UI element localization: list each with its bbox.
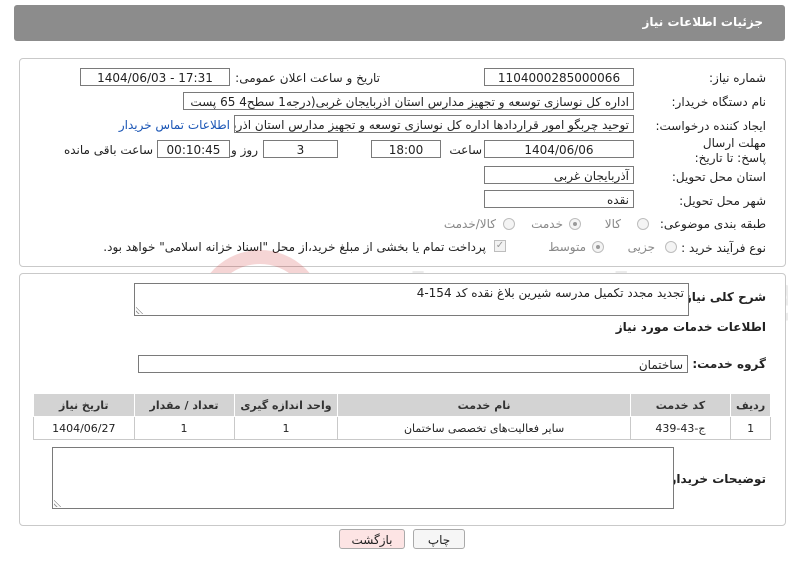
buyer-notes-label: توضیحات خریدار: bbox=[664, 472, 766, 486]
col-unit: واحد اندازه گیری bbox=[233, 393, 339, 417]
need-number-label: شماره نیاز: bbox=[709, 71, 766, 85]
col-service-name: نام خدمت bbox=[337, 393, 631, 417]
cell-service-code: ج-43-439 bbox=[629, 416, 732, 440]
province-label: استان محل تحویل: bbox=[671, 170, 766, 184]
category-option-service: خدمت bbox=[531, 217, 563, 231]
treasury-payment-note: پرداخت تمام یا بخشی از مبلغ خرید،از محل … bbox=[103, 240, 486, 254]
details-panel bbox=[19, 58, 786, 267]
buyer-org-field: اداره کل نوسازی توسعه و تجهیز مدارس استا… bbox=[183, 92, 634, 110]
col-row-index: ردیف bbox=[730, 393, 771, 417]
service-group-field: ساختمان bbox=[138, 355, 688, 373]
deadline-date-field: 1404/06/06 bbox=[484, 140, 634, 158]
services-table-header: تاریخ نیاز تعداد / مقدار واحد اندازه گیر… bbox=[33, 393, 771, 417]
deadline-label: مهلت ارسال پاسخ: تا تاریخ: bbox=[694, 136, 766, 165]
deadline-time-field: 18:00 bbox=[371, 140, 441, 158]
buyer-notes-resize-handle[interactable] bbox=[54, 499, 62, 507]
summary-resize-handle[interactable] bbox=[136, 306, 144, 314]
category-option-goods-service: کالا/خدمت bbox=[443, 217, 496, 231]
cell-need-date: 1404/06/27 bbox=[33, 416, 135, 440]
services-section-title: اطلاعات خدمات مورد نیاز bbox=[615, 320, 766, 334]
announce-datetime-label: تاریخ و ساعت اعلان عمومی: bbox=[235, 71, 380, 85]
category-radio-service[interactable] bbox=[569, 218, 581, 230]
buyer-org-label: نام دستگاه خریدار: bbox=[671, 95, 767, 109]
treasury-payment-checkbox[interactable]: ✓ bbox=[494, 240, 506, 252]
province-field: آذربایجان غربی bbox=[484, 166, 634, 184]
remaining-time-field: 00:10:45 bbox=[157, 140, 230, 158]
buyer-notes-textarea bbox=[52, 447, 674, 509]
category-radio-goods[interactable] bbox=[637, 218, 649, 230]
purchase-type-label: نوع فرآیند خرید : bbox=[681, 241, 766, 255]
category-label: طبقه بندی موضوعی: bbox=[659, 217, 766, 231]
summary-text: تجدید مجدد تکمیل مدرسه شیرین بلاغ نقده ک… bbox=[416, 286, 684, 300]
col-service-code: کد خدمت bbox=[629, 393, 732, 417]
requester-field: توحید چربگو امور قراردادها اداره کل نوسا… bbox=[234, 115, 634, 133]
col-quantity: تعداد / مقدار bbox=[133, 393, 235, 417]
remaining-days-field: 3 bbox=[263, 140, 338, 158]
requester-label: ایجاد کننده درخواست: bbox=[655, 119, 766, 133]
cell-service-name: سایر فعالیت‌های تخصصی ساختمان bbox=[337, 416, 631, 440]
cell-unit: 1 bbox=[233, 416, 339, 440]
city-label: شهر محل تحویل: bbox=[679, 194, 766, 208]
purchase-radio-partial[interactable] bbox=[665, 241, 677, 253]
buyer-contact-link[interactable]: اطلاعات تماس خریدار bbox=[119, 118, 230, 132]
summary-textarea: تجدید مجدد تکمیل مدرسه شیرین بلاغ نقده ک… bbox=[134, 283, 689, 316]
purchase-option-medium: متوسط bbox=[548, 240, 586, 254]
service-group-label: گروه خدمت: bbox=[692, 357, 766, 371]
announce-datetime-field: 1404/06/03 - 17:31 bbox=[80, 68, 230, 86]
cell-quantity: 1 bbox=[133, 416, 235, 440]
cell-row-index: 1 bbox=[730, 416, 771, 440]
city-field: نقده bbox=[484, 190, 634, 208]
services-table: تاریخ نیاز تعداد / مقدار واحد اندازه گیر… bbox=[33, 393, 771, 440]
need-number-field: 1104000285000066 bbox=[484, 68, 634, 86]
summary-label: شرح کلی نیاز: bbox=[680, 290, 766, 304]
deadline-time-label: ساعت bbox=[449, 143, 482, 157]
col-need-date: تاریخ نیاز bbox=[33, 393, 135, 417]
category-radio-goods-service[interactable] bbox=[503, 218, 515, 230]
remaining-days-label: روز و bbox=[231, 143, 258, 157]
table-row: 1404/06/27 1 1 سایر فعالیت‌های تخصصی ساخ… bbox=[33, 416, 771, 440]
category-option-goods: کالا bbox=[604, 217, 621, 231]
page-title: جزئیات اطلاعات نیاز bbox=[642, 15, 763, 29]
print-button[interactable]: چاپ bbox=[413, 529, 465, 549]
page-header: جزئیات اطلاعات نیاز bbox=[14, 5, 785, 41]
back-button[interactable]: بازگشت bbox=[339, 529, 405, 549]
purchase-radio-medium[interactable] bbox=[592, 241, 604, 253]
remaining-time-label: ساعت باقی مانده bbox=[63, 143, 153, 157]
purchase-option-partial: جزیی bbox=[627, 240, 655, 254]
